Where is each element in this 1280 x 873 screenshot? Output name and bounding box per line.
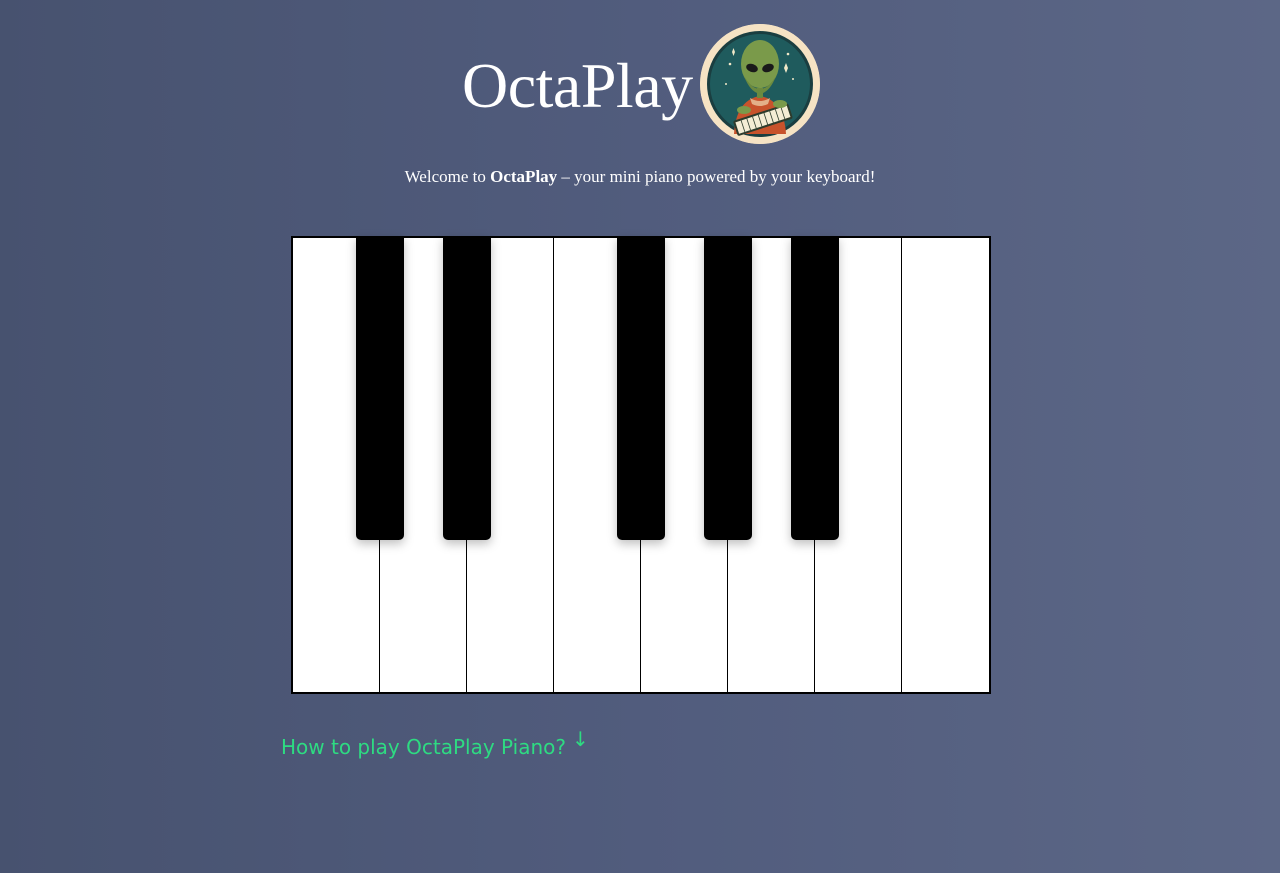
alien-pianist-logo-icon: [700, 24, 820, 144]
black-key-3[interactable]: [617, 236, 665, 540]
header: OctaPlay: [0, 22, 1280, 146]
black-key-2[interactable]: [443, 236, 491, 540]
welcome-suffix: – your mini piano powered by your keyboa…: [557, 167, 876, 186]
black-key-4[interactable]: [704, 236, 752, 540]
how-to-play-link[interactable]: How to play OctaPlay Piano? ↓: [281, 727, 589, 762]
white-key-8[interactable]: [902, 238, 989, 692]
black-key-1[interactable]: [356, 236, 404, 540]
how-to-play-label: How to play OctaPlay Piano?: [281, 735, 566, 759]
page-title: OctaPlay: [462, 50, 693, 121]
piano-keyboard: [291, 236, 991, 694]
black-key-5[interactable]: [791, 236, 839, 540]
arrow-down-icon: ↓: [572, 727, 589, 751]
welcome-brand: OctaPlay: [490, 167, 558, 186]
welcome-prefix: Welcome to: [404, 167, 491, 186]
welcome-message: Welcome to OctaPlay – your mini piano po…: [0, 166, 1280, 188]
